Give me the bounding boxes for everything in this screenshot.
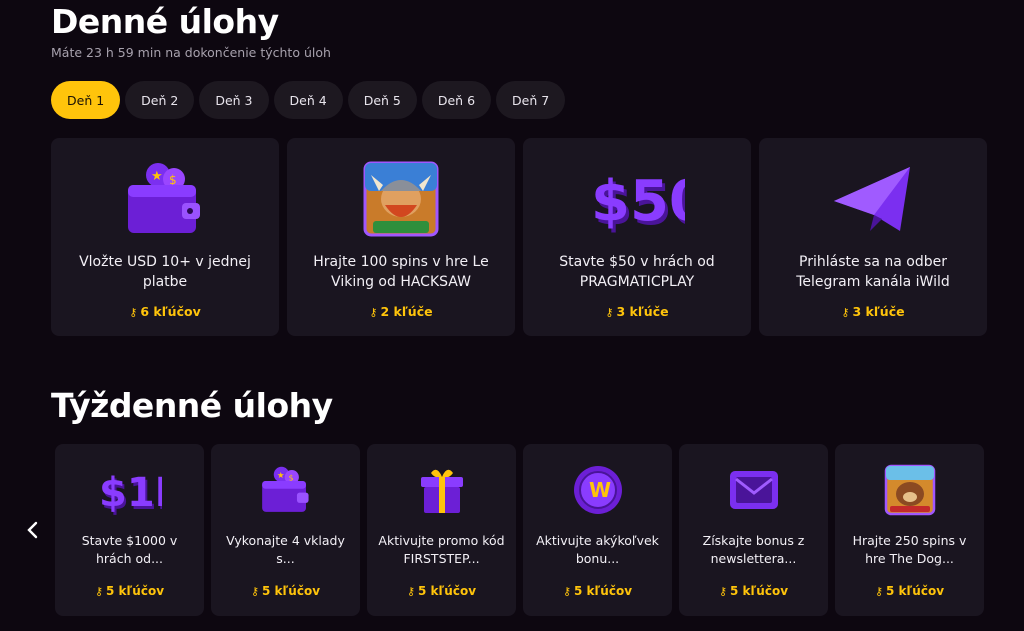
key-icon: ⚷ bbox=[718, 585, 728, 598]
svg-text:★: ★ bbox=[151, 169, 163, 184]
task-reward: ⚷ 5 kľúčov bbox=[406, 584, 477, 598]
telegram-icon bbox=[823, 156, 923, 242]
weekly-task-card[interactable]: $1K $1K Stavte $1000 v hrách od... ⚷5 kľ… bbox=[55, 444, 204, 616]
tab-day-2[interactable]: Deň 2 bbox=[125, 81, 195, 119]
task-reward: ⚷ 5 kľúčov bbox=[718, 584, 789, 598]
task-description: Získajte bonus z newslettera... bbox=[702, 533, 805, 566]
key-icon: ⚷ bbox=[250, 585, 260, 598]
key-icon: ⚷ bbox=[129, 306, 138, 319]
tab-day-4[interactable]: Deň 4 bbox=[273, 81, 343, 119]
weekly-task-card[interactable]: ★ $ Vykonajte 4 vklady s... ⚷ 5 kľúčov bbox=[211, 444, 360, 616]
key-icon: ⚷ bbox=[605, 306, 614, 319]
task-reward: ⚷ 3 kľúče bbox=[841, 304, 905, 319]
task-reward: ⚷ 5 kľúčov bbox=[94, 584, 165, 598]
svg-text:$50: $50 bbox=[591, 169, 685, 234]
task-description: Hrajte 250 spins v hre The Dog... bbox=[852, 533, 967, 566]
gift-icon bbox=[407, 460, 477, 520]
weekly-task-card[interactable]: W Aktivujte akýkoľvek bonu... ⚷ 5 kľúčov bbox=[523, 444, 672, 616]
le-viking-game-thumbnail bbox=[351, 156, 451, 242]
key-icon: ⚷ bbox=[562, 585, 572, 598]
weekly-task-card[interactable]: Získajte bonus z newslettera... ⚷ 5 kľúčo… bbox=[679, 444, 828, 616]
task-reward: ⚷ 2 kľúče bbox=[369, 304, 433, 319]
weekly-tasks-title: Týždenné úlohy bbox=[51, 386, 333, 425]
dollar-1k-icon: $1K $1K bbox=[95, 460, 165, 520]
key-icon: ⚷ bbox=[874, 585, 884, 598]
key-icon: ⚷ bbox=[94, 585, 104, 598]
task-reward: ⚷ 6 kľúčov bbox=[129, 304, 201, 319]
key-icon: ⚷ bbox=[841, 306, 850, 319]
dollar-50-icon: $50 $50 bbox=[587, 156, 687, 242]
tab-day-6[interactable]: Deň 6 bbox=[421, 81, 492, 119]
task-description: Vykonajte 4 vklady s... bbox=[226, 533, 345, 566]
tab-day-7[interactable]: Deň 7 bbox=[496, 81, 566, 119]
coin-w-icon: W bbox=[563, 460, 633, 520]
daily-task-card[interactable]: $50 $50 Stavte $50 v hrách od PRAGMATICP… bbox=[523, 138, 751, 336]
task-description: Vložte USD 10+ v jednej platbe bbox=[79, 254, 251, 290]
daily-task-card[interactable]: Prihláste sa na odber Telegram kanála iW… bbox=[759, 138, 987, 336]
task-description: Hrajte 100 spins v hre Le Viking od HACK… bbox=[313, 254, 489, 290]
svg-text:$: $ bbox=[169, 173, 177, 187]
day-tabs: Deň 1 Deň 2 Deň 3 Deň 4 Deň 5 Deň 6 Deň … bbox=[51, 81, 566, 119]
key-icon: ⚷ bbox=[369, 306, 378, 319]
task-description: Prihláste sa na odber Telegram kanála iW… bbox=[796, 254, 950, 290]
task-description: Aktivujte akýkoľvek bonu... bbox=[536, 533, 659, 566]
weekly-task-card[interactable]: Aktivujte promo kód FIRSTSTEP... ⚷ 5 kľúč… bbox=[367, 444, 516, 616]
chevron-left-icon bbox=[27, 521, 38, 539]
wallet-icon: ★ $ bbox=[251, 460, 321, 520]
mail-icon bbox=[719, 460, 789, 520]
daily-task-card[interactable]: Hrajte 100 spins v hre Le Viking od HACK… bbox=[287, 138, 515, 336]
task-description: Aktivujte promo kód FIRSTSTEP... bbox=[378, 533, 505, 566]
weekly-task-card[interactable]: Hrajte 250 spins v hre The Dog... ⚷ 5 kľú… bbox=[835, 444, 984, 616]
the-dog-house-game-thumbnail bbox=[875, 460, 945, 520]
task-description: Stavte $1000 v hrách od... bbox=[81, 533, 178, 566]
daily-tasks-title: Denné úlohy bbox=[51, 2, 279, 41]
key-icon: ⚷ bbox=[406, 585, 416, 598]
task-reward: ⚷ 3 kľúče bbox=[605, 304, 669, 319]
task-reward: ⚷ 5 kľúčov bbox=[250, 584, 321, 598]
tab-day-1[interactable]: Deň 1 bbox=[51, 81, 121, 119]
svg-text:★: ★ bbox=[276, 470, 284, 480]
svg-text:W: W bbox=[589, 478, 611, 502]
daily-task-card[interactable]: ★ $ Vložte USD 10+ v jednej platbe ⚷ 6 kľ… bbox=[51, 138, 279, 336]
carousel-prev-button[interactable] bbox=[22, 516, 42, 544]
task-reward: ⚷ 5 kľúčov bbox=[874, 584, 945, 598]
task-reward: ⚷ 5 kľúčov bbox=[562, 584, 633, 598]
tab-day-3[interactable]: Deň 3 bbox=[199, 81, 269, 119]
wallet-icon: ★ $ bbox=[115, 156, 215, 242]
task-description: Stavte $50 v hrách od PRAGMATICPLAY bbox=[559, 254, 715, 290]
weekly-task-list: $1K $1K Stavte $1000 v hrách od... ⚷5 kľ… bbox=[55, 444, 984, 616]
daily-task-list: ★ $ Vložte USD 10+ v jednej platbe ⚷ 6 kľ… bbox=[51, 138, 987, 336]
svg-text:$1K: $1K bbox=[99, 470, 162, 515]
tab-day-5[interactable]: Deň 5 bbox=[347, 81, 417, 119]
daily-tasks-subtitle: Máte 23 h 59 min na dokončenie týchto úl… bbox=[51, 45, 331, 60]
